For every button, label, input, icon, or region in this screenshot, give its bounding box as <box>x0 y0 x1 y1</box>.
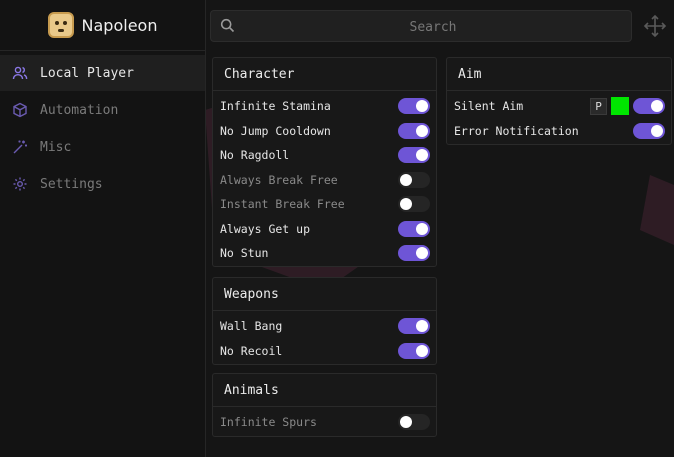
toggle-row-infinite-stamina[interactable]: Infinite Stamina <box>213 94 436 119</box>
toggle-label: No Recoil <box>220 343 283 358</box>
search-icon <box>220 18 235 37</box>
aim-panel: Aim Silent Aim P Error Notification <box>446 57 672 145</box>
toggle-row-no-ragdoll[interactable]: No Ragdoll <box>213 143 436 168</box>
sidebar-nav: Local Player Automation Misc Settings <box>0 55 205 202</box>
toggle-label: Wall Bang <box>220 319 283 334</box>
toggle-row-no-stun[interactable]: No Stun <box>213 241 436 266</box>
toggle-label: No Jump Cooldown <box>220 123 331 138</box>
move-handle-icon[interactable] <box>643 14 667 38</box>
sidebar-item-label: Local Player <box>40 65 134 81</box>
toggle-label: Always Get up <box>220 221 311 236</box>
keybind-button[interactable]: P <box>590 97 607 115</box>
no-recoil-toggle[interactable] <box>398 342 430 359</box>
sidebar-item-misc[interactable]: Misc <box>0 129 205 165</box>
always-get-up-toggle[interactable] <box>398 220 430 237</box>
users-icon <box>12 65 28 81</box>
sidebar-item-label: Settings <box>40 176 103 192</box>
animals-rows: Infinite Spurs <box>213 407 436 435</box>
infinite-stamina-toggle[interactable] <box>398 98 430 115</box>
toggle-label: Instant Break Free <box>220 197 345 212</box>
toggle-label: Infinite Spurs <box>220 415 317 430</box>
toggle-label: No Ragdoll <box>220 148 290 163</box>
infinite-spurs-toggle[interactable] <box>398 414 430 431</box>
toggle-row-no-jump-cooldown[interactable]: No Jump Cooldown <box>213 119 436 144</box>
sidebar-item-settings[interactable]: Settings <box>0 166 205 202</box>
toggle-row-always-break-free[interactable]: Always Break Free <box>213 168 436 193</box>
toggle-label: Infinite Stamina <box>220 99 331 114</box>
sidebar: Napoleon Local Player Automation Misc Se… <box>0 0 206 457</box>
toggle-row-error-notification[interactable]: Error Notification <box>447 119 671 144</box>
toggle-label: Always Break Free <box>220 172 338 187</box>
sidebar-item-automation[interactable]: Automation <box>0 92 205 128</box>
gear-icon <box>12 176 28 192</box>
toggle-label: Silent Aim <box>454 99 524 114</box>
toggle-row-always-get-up[interactable]: Always Get up <box>213 217 436 242</box>
dog-logo-icon <box>47 12 74 38</box>
silent-aim-toggle[interactable] <box>633 98 665 115</box>
watermark-shape-right <box>640 175 674 245</box>
sidebar-item-label: Automation <box>40 102 119 118</box>
panel-title: Animals <box>213 374 436 407</box>
search-bar <box>210 10 632 43</box>
always-break-free-toggle[interactable] <box>398 171 430 188</box>
brand: Napoleon <box>0 0 205 51</box>
weapons-panel: Weapons Wall Bang No Recoil <box>212 277 437 365</box>
weapons-rows: Wall Bang No Recoil <box>213 311 436 363</box>
toggle-row-wall-bang[interactable]: Wall Bang <box>213 314 436 339</box>
panel-title: Character <box>213 58 436 91</box>
toggle-label: Error Notification <box>454 123 579 138</box>
no-jump-cooldown-toggle[interactable] <box>398 122 430 139</box>
app-title: Napoleon <box>81 15 158 35</box>
toggle-row-instant-break-free[interactable]: Instant Break Free <box>213 192 436 217</box>
cube-icon <box>12 102 28 118</box>
search-input[interactable] <box>241 11 625 43</box>
instant-break-free-toggle[interactable] <box>398 196 430 213</box>
character-panel: Character Infinite Stamina No Jump Coold… <box>212 57 437 267</box>
silent-aim-controls: P <box>590 97 665 116</box>
color-picker-swatch[interactable] <box>611 97 629 116</box>
character-rows: Infinite Stamina No Jump Cooldown No Rag… <box>213 91 436 266</box>
toggle-row-no-recoil[interactable]: No Recoil <box>213 339 436 364</box>
error-notification-toggle[interactable] <box>633 122 665 139</box>
panel-title: Weapons <box>213 278 436 311</box>
wall-bang-toggle[interactable] <box>398 318 430 335</box>
toggle-row-silent-aim[interactable]: Silent Aim P <box>447 94 671 119</box>
sidebar-item-label: Misc <box>40 139 72 155</box>
toggle-row-infinite-spurs[interactable]: Infinite Spurs <box>213 410 436 435</box>
app-window: Napoleon Local Player Automation Misc Se… <box>0 0 674 457</box>
sidebar-item-local-player[interactable]: Local Player <box>0 55 205 91</box>
wand-icon <box>12 139 28 155</box>
no-stun-toggle[interactable] <box>398 245 430 262</box>
toggle-label: No Stun <box>220 246 269 261</box>
aim-rows: Silent Aim P Error Notification <box>447 91 671 143</box>
panel-title: Aim <box>447 58 671 91</box>
no-ragdoll-toggle[interactable] <box>398 147 430 164</box>
animals-panel: Animals Infinite Spurs <box>212 373 437 437</box>
